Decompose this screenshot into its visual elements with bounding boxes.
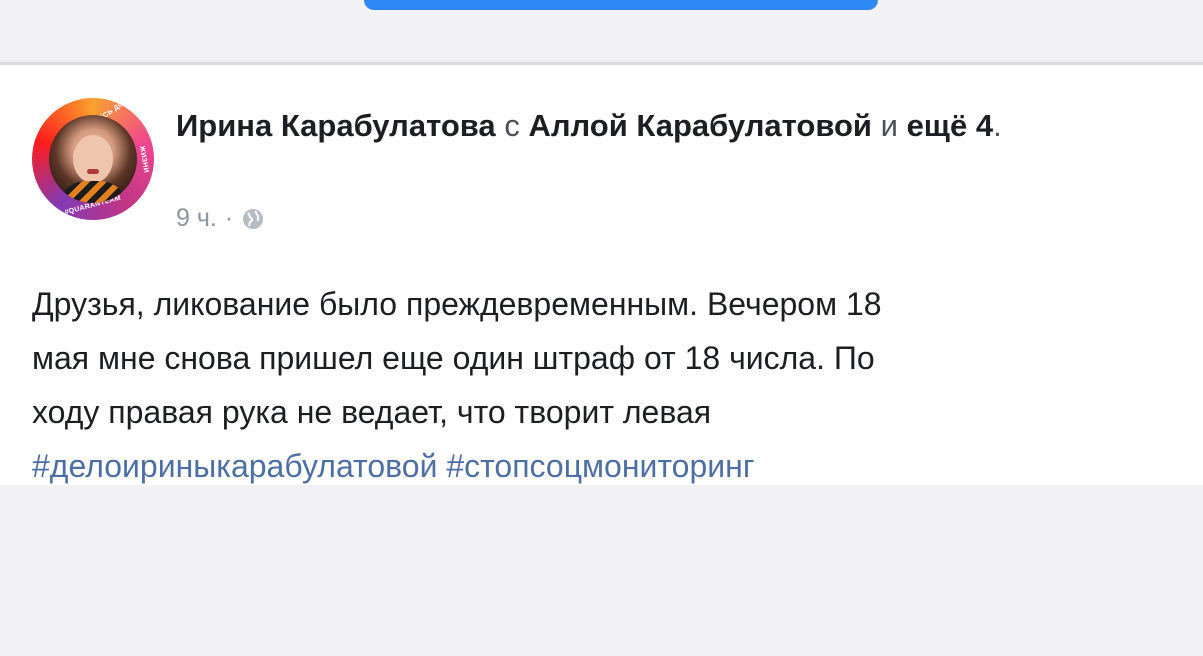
post-text-line: Друзья, ликование было преждевременным. … bbox=[32, 286, 882, 322]
with-word: с bbox=[504, 108, 520, 143]
hashtag-line: #делоириныкарабулатовой #стопсоцмонитори… bbox=[32, 439, 1182, 493]
header-period: . bbox=[993, 108, 1002, 143]
post-text-line: мая мне снова пришел еще один штраф от 1… bbox=[32, 340, 875, 376]
hashtag-link[interactable]: #стопсоцмониторинг bbox=[446, 448, 754, 484]
post-text: Друзья, ликование было преждевременным. … bbox=[32, 277, 1182, 493]
others-link[interactable]: ещё 4 bbox=[907, 108, 994, 143]
avatar-photo bbox=[49, 115, 137, 203]
avatar-frame-text-right: ЖИЗНИ bbox=[137, 145, 150, 174]
post-header: Ирина Карабулатова с Аллой Карабулатовой… bbox=[176, 103, 1176, 149]
post-time-link[interactable]: 9 ч. bbox=[176, 204, 217, 233]
globe-icon[interactable] bbox=[241, 207, 265, 231]
post-text-line: ходу правая рука не ведает, что творит л… bbox=[32, 394, 712, 430]
avatar[interactable]: ОСТАВАЙТЕСЬ ДОМА · СПАСИТЕ ЖИЗНИ #QUARAN… bbox=[32, 91, 154, 220]
hashtag-link[interactable]: #делоириныкарабулатовой bbox=[32, 448, 437, 484]
author-name-link[interactable]: Ирина Карабулатова bbox=[176, 108, 496, 143]
avatar-shirt bbox=[57, 181, 129, 203]
and-word: и bbox=[880, 108, 898, 143]
post-card: ОСТАВАЙТЕСЬ ДОМА · СПАСИТЕ ЖИЗНИ #QUARAN… bbox=[0, 65, 1203, 485]
post-meta: 9 ч. · bbox=[176, 204, 265, 233]
avatar-lips bbox=[87, 169, 99, 174]
tagged-person-link[interactable]: Аллой Карабулатовой bbox=[528, 108, 872, 143]
top-action-button[interactable] bbox=[364, 0, 878, 10]
meta-separator: · bbox=[224, 204, 234, 232]
avatar-face bbox=[73, 135, 113, 183]
top-bar bbox=[0, 0, 1203, 62]
